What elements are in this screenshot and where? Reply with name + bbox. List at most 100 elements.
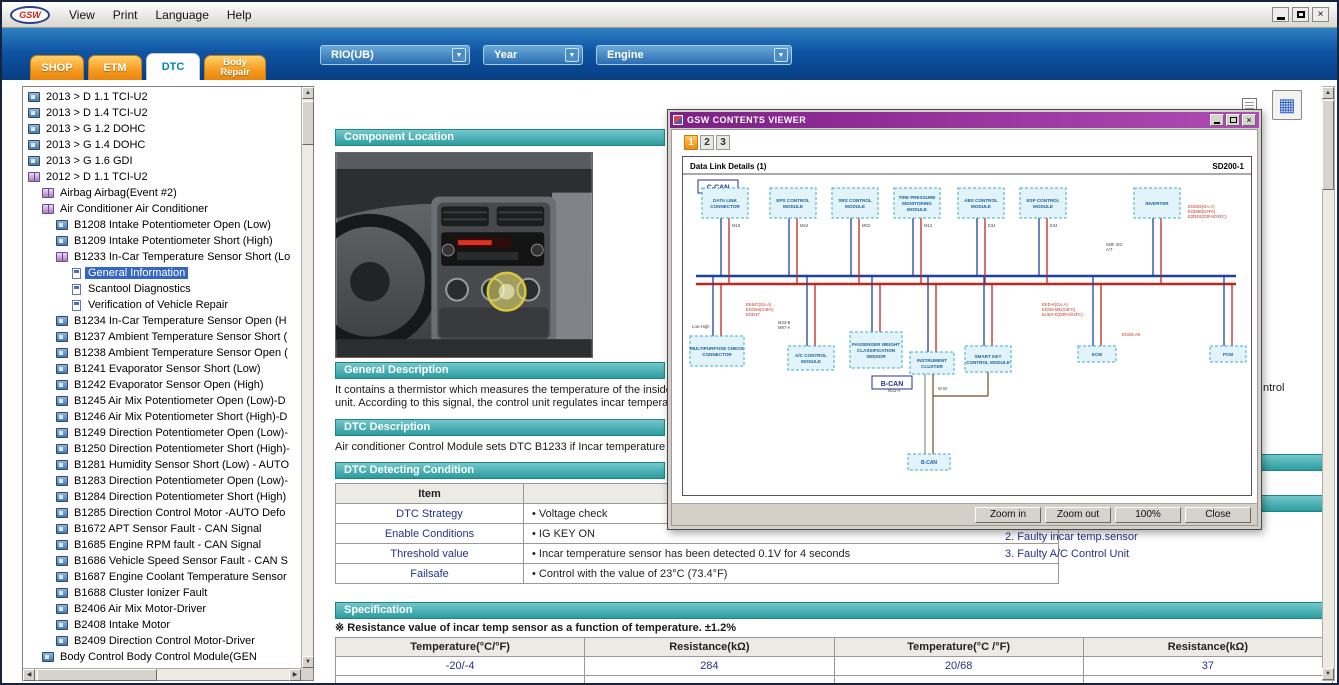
- book-icon: [56, 604, 68, 614]
- tree-item[interactable]: B1281 Humidity Sensor Short (Low) - AUTO: [24, 457, 300, 473]
- tree-item-label: 2013 > G 1.2 DOHC: [43, 123, 148, 135]
- engine-dropdown-value: Engine: [607, 49, 644, 61]
- tree-item[interactable]: B1688 Cluster Ionizer Fault: [24, 585, 300, 601]
- tree-item[interactable]: B1283 Direction Potentiometer Open (Low)…: [24, 473, 300, 489]
- tree-item[interactable]: B1672 APT Sensor Fault - CAN Signal: [24, 521, 300, 537]
- scroll-up-icon[interactable]: ▲: [302, 87, 314, 99]
- content-vertical-scrollbar[interactable]: ▲ ▼: [1322, 86, 1335, 681]
- tree-item[interactable]: B1242 Evaporator Sensor Open (High): [24, 377, 300, 393]
- menu-print[interactable]: Print: [104, 5, 147, 25]
- tree-item-label: B2406 Air Mix Motor-Driver: [71, 603, 209, 615]
- tree-item[interactable]: B1233 In-Car Temperature Sensor Short (L…: [24, 249, 300, 265]
- svg-text:W Br: W Br: [938, 386, 948, 391]
- tree-item[interactable]: B2406 Air Mix Motor-Driver: [24, 601, 300, 617]
- menu-language[interactable]: Language: [146, 5, 217, 25]
- vehicle-dropdown[interactable]: RIO(UB) ▼: [320, 45, 470, 65]
- tree-item-label: B1249 Direction Potentiometer Open (Low)…: [71, 427, 291, 439]
- nav-tabs: SHOPETMDTCBody Repair: [30, 53, 266, 80]
- possible-cause-item: 3. Faulty A/C Control Unit: [1005, 546, 1138, 563]
- tree-item[interactable]: B1284 Direction Potentiometer Short (Hig…: [24, 489, 300, 505]
- tree-item[interactable]: Verification of Vehicle Repair: [24, 297, 300, 313]
- tree-item[interactable]: General Information: [24, 265, 300, 281]
- dashboard-image: [336, 153, 592, 357]
- engine-dropdown[interactable]: Engine ▼: [596, 45, 792, 65]
- tree-horizontal-scrollbar[interactable]: ◀ ▶: [23, 668, 301, 680]
- schematic-viewer-button[interactable]: ▦: [1272, 90, 1302, 120]
- minimize-button[interactable]: [1272, 7, 1289, 22]
- menu-view[interactable]: View: [60, 5, 104, 25]
- page-tab-3[interactable]: 3: [716, 135, 730, 150]
- tree-item[interactable]: B1285 Direction Control Motor -AUTO Defo: [24, 505, 300, 521]
- close-button[interactable]: Close: [1185, 507, 1251, 523]
- viewer-minimize-button[interactable]: [1210, 114, 1224, 126]
- tree-item[interactable]: B1237 Ambient Temperature Sensor Short (: [24, 329, 300, 345]
- tree-item[interactable]: B1250 Direction Potentiometer Short (Hig…: [24, 441, 300, 457]
- menu-help[interactable]: Help: [218, 5, 261, 25]
- spec-header-cell: Temperature(°C/°F): [336, 638, 585, 657]
- scroll-down-icon[interactable]: ▼: [1322, 668, 1334, 680]
- viewer-maximize-button[interactable]: [1226, 114, 1240, 126]
- table-header-row: Temperature(°C/°F)Resistance(kΩ)Temperat…: [336, 638, 1333, 657]
- tree-item[interactable]: B1238 Ambient Temperature Sensor Open (: [24, 345, 300, 361]
- tree-scroll-thumb[interactable]: [302, 101, 314, 145]
- tree-item[interactable]: B1249 Direction Potentiometer Open (Low)…: [24, 425, 300, 441]
- tree-item[interactable]: B1246 Air Mix Potentiometer Short (High)…: [24, 409, 300, 425]
- zoom-in-button[interactable]: Zoom in: [975, 507, 1041, 523]
- viewer-buttons: Zoom inZoom out100%Close: [672, 503, 1257, 525]
- tree-item[interactable]: B1209 Intake Potentiometer Short (High): [24, 233, 300, 249]
- content-scroll-thumb[interactable]: [1322, 100, 1334, 190]
- tree-item[interactable]: B1686 Vehicle Speed Sensor Fault - CAN S: [24, 553, 300, 569]
- book-icon: [56, 444, 68, 454]
- book-icon: [42, 652, 54, 662]
- scroll-down-icon[interactable]: ▼: [302, 656, 314, 668]
- viewer-title-bar[interactable]: GSW CONTENTS VIEWER ×: [670, 112, 1259, 128]
- tree-item-label: 2013 > D 1.1 TCI-U2: [43, 91, 151, 103]
- tree-item[interactable]: B1208 Intake Potentiometer Open (Low): [24, 217, 300, 233]
- tab-shop[interactable]: SHOP: [30, 55, 84, 80]
- book-icon: [56, 572, 68, 582]
- occluded-text-fragment: ntrol: [1263, 382, 1284, 394]
- tree-item[interactable]: Body Control Body Control Module(GEN: [24, 649, 300, 665]
- year-dropdown[interactable]: Year ▼: [483, 45, 583, 65]
- page-tab-1[interactable]: 1: [684, 135, 698, 150]
- viewer-page-tabs: 123: [684, 135, 730, 150]
- tab-etm[interactable]: ETM: [88, 55, 142, 80]
- tree-item[interactable]: B1234 In-Car Temperature Sensor Open (H: [24, 313, 300, 329]
- tree-item[interactable]: 2013 > G 1.4 DOHC: [24, 137, 300, 153]
- tree-item[interactable]: B1685 Engine RPM fault - CAN Signal: [24, 537, 300, 553]
- viewer-close-button[interactable]: ×: [1242, 114, 1256, 126]
- tree-vertical-scrollbar[interactable]: ▲ ▼: [301, 87, 313, 668]
- scroll-right-icon[interactable]: ▶: [289, 669, 301, 681]
- tree-item[interactable]: B2409 Direction Control Motor-Driver: [24, 633, 300, 649]
- tab-dtc[interactable]: DTC: [146, 53, 200, 80]
- tree-item[interactable]: Air Conditioner Air Conditioner: [24, 201, 300, 217]
- dtc-item-label: Failsafe: [336, 564, 524, 584]
- page-tab-2[interactable]: 2: [700, 135, 714, 150]
- tree-item[interactable]: 2012 > D 1.1 TCI-U2: [24, 169, 300, 185]
- tree-item[interactable]: B1687 Engine Coolant Temperature Sensor: [24, 569, 300, 585]
- tab-body-repair[interactable]: Body Repair: [204, 55, 266, 80]
- tree-item-label: B1234 In-Car Temperature Sensor Open (H: [71, 315, 290, 327]
- tree-item[interactable]: 2013 > D 1.1 TCI-U2: [24, 89, 300, 105]
- table-row: -20/-428420/6837: [336, 657, 1333, 676]
- tree-item[interactable]: 2013 > G 1.6 GDI: [24, 153, 300, 169]
- tree-item[interactable]: 2013 > G 1.2 DOHC: [24, 121, 300, 137]
- svg-text:M19: M19: [732, 223, 741, 228]
- tree-item[interactable]: B1241 Evaporator Sensor Short (Low): [24, 361, 300, 377]
- tree-item[interactable]: Airbag Airbag(Event #2): [24, 185, 300, 201]
- 100-button[interactable]: 100%: [1115, 507, 1181, 523]
- tree-item-label: B1241 Evaporator Sensor Short (Low): [71, 363, 264, 375]
- tree-item[interactable]: 2013 > D 1.4 TCI-U2: [24, 105, 300, 121]
- scrollbar-corner: [301, 668, 313, 680]
- scroll-up-icon[interactable]: ▲: [1322, 87, 1334, 99]
- tree-item-label: Scantool Diagnostics: [85, 283, 194, 295]
- tree-item-label: B2409 Direction Control Motor-Driver: [71, 635, 258, 647]
- tree-hscroll-thumb[interactable]: [37, 669, 157, 681]
- zoom-out-button[interactable]: Zoom out: [1045, 507, 1111, 523]
- close-button[interactable]: ×: [1312, 7, 1329, 22]
- tree-item[interactable]: B1245 Air Mix Potentiometer Open (Low)-D: [24, 393, 300, 409]
- tree-item[interactable]: Scantool Diagnostics: [24, 281, 300, 297]
- tree-item[interactable]: B2408 Intake Motor: [24, 617, 300, 633]
- scroll-left-icon[interactable]: ◀: [23, 669, 35, 681]
- restore-button[interactable]: [1292, 7, 1309, 22]
